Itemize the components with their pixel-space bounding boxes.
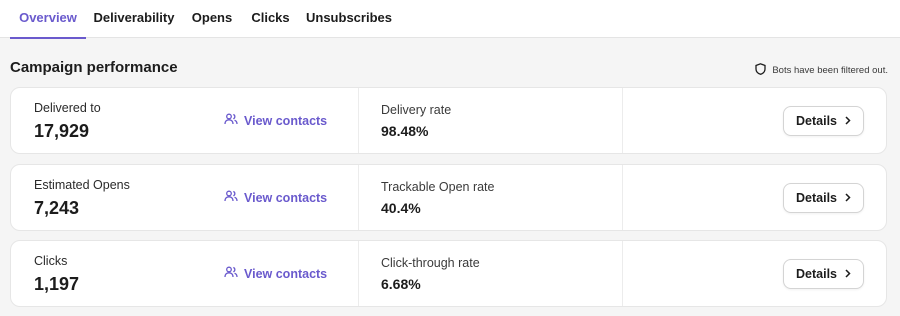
rate-value: 40.4% (381, 200, 421, 216)
chevron-right-icon (845, 114, 851, 128)
metric-card-delivered: Delivered to 17,929 View contacts Delive… (10, 87, 887, 154)
users-icon (224, 266, 238, 281)
tab-opens[interactable]: Opens (186, 0, 238, 38)
view-contacts-link[interactable]: View contacts (224, 266, 327, 281)
card-divider (358, 165, 359, 230)
chevron-right-icon (845, 267, 851, 281)
bots-note-text: Bots have been filtered out. (772, 65, 888, 76)
view-contacts-label: View contacts (244, 190, 328, 205)
card-divider (622, 241, 623, 306)
details-button-label: Details (796, 114, 837, 128)
rate-value: 6.68% (381, 276, 421, 292)
card-divider (622, 88, 623, 153)
shield-icon (755, 63, 766, 78)
metric-label: Estimated Opens (34, 178, 130, 192)
tab-clicks[interactable]: Clicks (248, 0, 293, 38)
section-title: Campaign performance (10, 59, 178, 76)
view-contacts-link[interactable]: View contacts (224, 190, 327, 205)
details-button[interactable]: Details (783, 106, 864, 136)
metric-card-clicks: Clicks 1,197 View contacts Click-through… (10, 240, 887, 307)
users-icon (224, 190, 238, 205)
tab-bar: Overview Deliverability Opens Clicks Uns… (0, 0, 900, 39)
metric-value: 1,197 (34, 274, 80, 294)
section-header: Campaign performance Bots have been filt… (10, 59, 888, 81)
tab-overview[interactable]: Overview (10, 0, 86, 39)
rate-label: Trackable Open rate (381, 180, 495, 194)
details-button-label: Details (796, 267, 837, 281)
details-button[interactable]: Details (783, 183, 864, 213)
bots-note: Bots have been filtered out. (755, 63, 888, 78)
view-contacts-label: View contacts (244, 113, 328, 128)
metric-label: Delivered to (34, 101, 101, 115)
chevron-right-icon (845, 191, 851, 205)
tab-deliverability[interactable]: Deliverability (92, 0, 176, 38)
details-button[interactable]: Details (783, 259, 864, 289)
rate-value: 98.48% (381, 123, 429, 139)
card-divider (622, 165, 623, 230)
view-contacts-link[interactable]: View contacts (224, 113, 327, 128)
card-divider (358, 88, 359, 153)
metric-card-opens: Estimated Opens 7,243 View contacts Trac… (10, 164, 887, 231)
users-icon (224, 113, 238, 128)
rate-label: Click-through rate (381, 256, 480, 270)
metric-label: Clicks (34, 254, 68, 268)
view-contacts-label: View contacts (244, 266, 328, 281)
tab-unsubscribes[interactable]: Unsubscribes (304, 0, 394, 38)
metric-value: 17,929 (34, 121, 90, 141)
rate-label: Delivery rate (381, 103, 452, 117)
metric-value: 7,243 (34, 198, 80, 218)
details-button-label: Details (796, 191, 837, 205)
card-divider (358, 241, 359, 306)
